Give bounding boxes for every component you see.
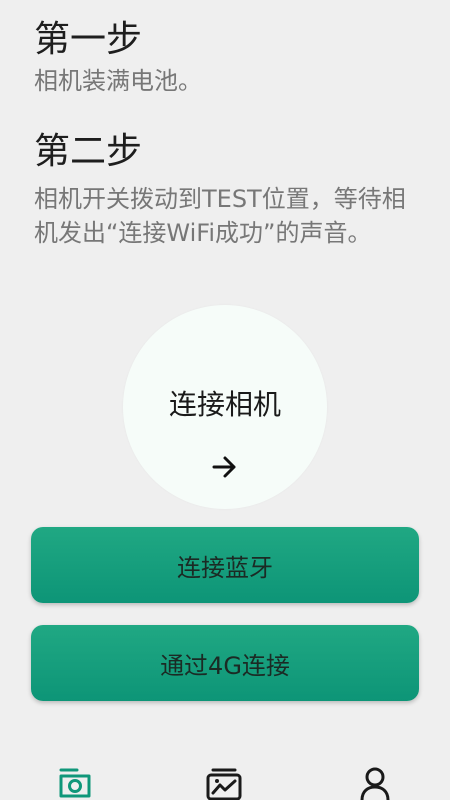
tab-gallery[interactable] <box>204 766 244 800</box>
connect-4g-label: 通过4G连接 <box>160 651 290 680</box>
connect-camera-button[interactable]: 连接相机 <box>123 305 327 509</box>
camera-icon <box>59 768 91 798</box>
step-one-description: 相机装满电池。 <box>34 67 202 95</box>
bottom-tab-bar <box>0 756 450 800</box>
gallery-icon <box>206 768 242 800</box>
step-two-description: 相机开关拨动到TEST位置，等待相机发出“连接WiFi成功”的声音。 <box>34 185 406 247</box>
connect-bluetooth-button[interactable]: 连接蓝牙 <box>31 527 419 603</box>
arrow-right-icon <box>212 456 236 478</box>
connect-bluetooth-label: 连接蓝牙 <box>177 553 273 582</box>
step-two-section: 第二步 相机开关拨动到TEST位置，等待相机发出“连接WiFi成功”的声音。 <box>34 130 416 250</box>
connect-camera-label: 连接相机 <box>168 388 281 421</box>
tab-profile[interactable] <box>355 766 395 800</box>
step-two-title: 第二步 <box>34 131 143 172</box>
step-one-section: 第一步 相机装满电池。 <box>34 18 416 98</box>
connect-4g-button[interactable]: 通过4G连接 <box>31 625 419 701</box>
tab-camera[interactable] <box>55 766 95 800</box>
profile-icon <box>360 767 390 800</box>
step-one-title: 第一步 <box>34 19 143 60</box>
